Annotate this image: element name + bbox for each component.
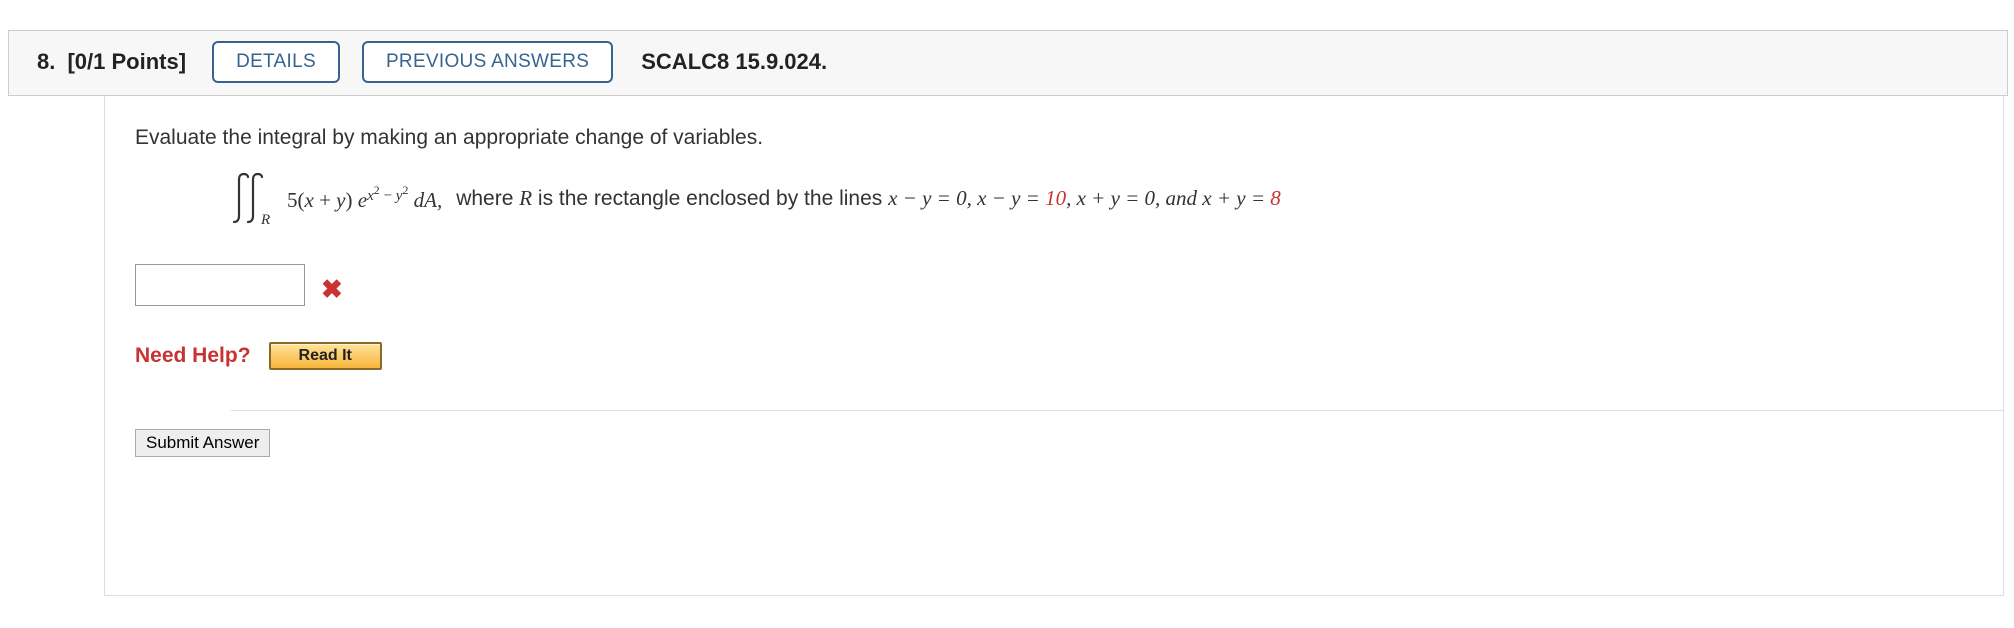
question-header: 8. [0/1 Points] DETAILS PREVIOUS ANSWERS… [8, 30, 2008, 96]
integrand: 5(x + y) ex2 − y2 dA, [287, 182, 442, 213]
need-help-label: Need Help? [135, 344, 251, 368]
region-subscript: R [261, 212, 270, 229]
incorrect-icon: ✖ [321, 276, 343, 302]
divider [231, 410, 2003, 411]
help-row: Need Help? Read It [135, 342, 2003, 370]
answer-row: ✖ [135, 264, 2003, 306]
previous-answers-button[interactable]: PREVIOUS ANSWERS [362, 41, 613, 83]
question-prompt: Evaluate the integral by making an appro… [135, 126, 2003, 150]
read-it-button[interactable]: Read It [269, 342, 382, 370]
submit-answer-button[interactable]: Submit Answer [135, 429, 270, 457]
question-number: 8. [0/1 Points] [37, 49, 186, 75]
region-description: where R is the rectangle enclosed by the… [456, 186, 1281, 211]
answer-input[interactable] [135, 264, 305, 306]
details-button[interactable]: DETAILS [212, 41, 340, 83]
math-expression: R 5(x + y) ex2 − y2 dA, where R is the r… [231, 170, 2003, 226]
double-integral-icon: R [231, 170, 279, 226]
textbook-reference: SCALC8 15.9.024. [641, 49, 827, 75]
question-body: Evaluate the integral by making an appro… [104, 96, 2004, 596]
